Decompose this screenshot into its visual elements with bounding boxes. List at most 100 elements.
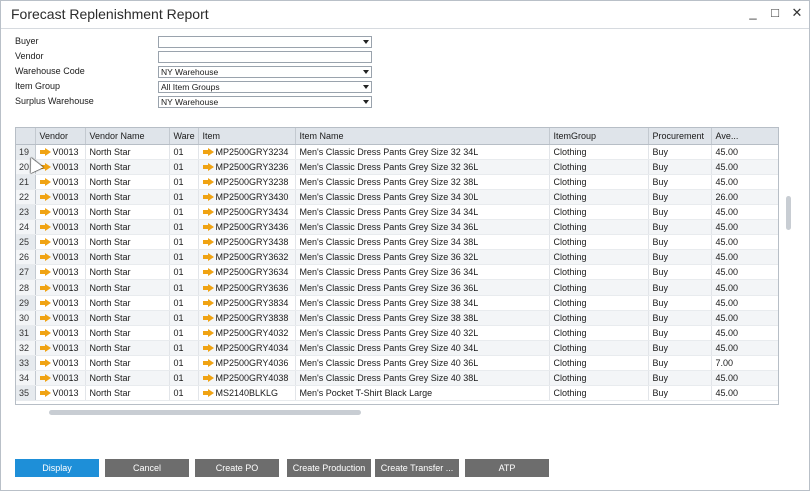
link-arrow-icon[interactable] (202, 192, 214, 201)
item-cell[interactable]: MS2140BLKLG (198, 385, 296, 402)
table-cell[interactable]: 45.00 (711, 325, 778, 341)
vendor-cell[interactable]: V0013 (35, 204, 86, 221)
table-cell[interactable]: Buy (648, 144, 712, 160)
table-cell[interactable]: 01 (169, 325, 199, 341)
table-cell[interactable]: 45.00 (711, 370, 778, 387)
vendor-cell[interactable]: V0013 (35, 189, 86, 205)
table-row[interactable]: 32 V0013 North Star 01 MP2500GRY4034 Men's Cl… (16, 340, 778, 357)
table-cell[interactable]: Clothing (549, 174, 649, 190)
link-arrow-icon[interactable] (202, 238, 214, 247)
table-cell[interactable]: 01 (169, 385, 199, 402)
item-cell[interactable]: MP2500GRY3234 (198, 144, 296, 160)
filter-dropdown[interactable] (158, 36, 372, 48)
link-arrow-icon[interactable] (202, 389, 214, 398)
table-cell[interactable]: 01 (169, 189, 199, 205)
link-arrow-icon[interactable] (39, 283, 51, 292)
table-cell[interactable]: Men's Pocket T-Shirt Black Large (295, 385, 550, 402)
table-cell[interactable]: Men's Classic Dress Pants Grey Size 32 3… (295, 144, 550, 160)
column-header[interactable]: ItemGroup (549, 128, 649, 145)
vendor-cell[interactable]: V0013 (35, 249, 86, 266)
table-cell[interactable]: 45.00 (711, 295, 778, 311)
table-cell[interactable]: Men's Classic Dress Pants Grey Size 32 3… (295, 174, 550, 190)
table-cell[interactable]: North Star (85, 385, 170, 402)
table-cell[interactable]: 45.00 (711, 279, 778, 296)
vendor-cell[interactable]: V0013 (35, 310, 86, 326)
table-cell[interactable]: North Star (85, 204, 170, 221)
table-row[interactable]: 21 V0013 North Star 01 MP2500GRY3238 Men's Cl… (16, 174, 778, 190)
table-cell[interactable]: Buy (648, 295, 712, 311)
table-cell[interactable]: North Star (85, 264, 170, 281)
table-cell[interactable]: Buy (648, 264, 712, 281)
link-arrow-icon[interactable] (39, 238, 51, 247)
column-header[interactable]: Vendor (35, 128, 86, 145)
link-arrow-icon[interactable] (202, 253, 214, 262)
vendor-cell[interactable]: V0013 (35, 340, 86, 357)
table-cell[interactable]: Clothing (549, 279, 649, 296)
table-cell[interactable]: 01 (169, 174, 199, 190)
table-cell[interactable]: Clothing (549, 295, 649, 311)
table-cell[interactable]: Clothing (549, 144, 649, 160)
table-cell[interactable]: Buy (648, 204, 712, 221)
table-cell[interactable]: Clothing (549, 234, 649, 251)
link-arrow-icon[interactable] (202, 343, 214, 352)
filter-dropdown[interactable]: All Item Groups (158, 81, 372, 93)
maximize-icon[interactable]: □ (769, 5, 781, 21)
link-arrow-icon[interactable] (39, 192, 51, 201)
link-arrow-icon[interactable] (39, 298, 51, 307)
link-arrow-icon[interactable] (39, 268, 51, 277)
table-cell[interactable]: Men's Classic Dress Pants Grey Size 36 3… (295, 279, 550, 296)
link-arrow-icon[interactable] (39, 223, 51, 232)
column-header[interactable]: Procurement (648, 128, 712, 145)
link-arrow-icon[interactable] (202, 298, 214, 307)
cancel-button[interactable]: Cancel (105, 459, 189, 477)
table-row[interactable]: 25 V0013 North Star 01 MP2500GRY3438 Men's Cl… (16, 234, 778, 251)
vendor-cell[interactable]: V0013 (35, 219, 86, 236)
table-cell[interactable]: North Star (85, 340, 170, 357)
atp-button[interactable]: ATP (465, 459, 549, 477)
item-cell[interactable]: MP2500GRY4038 (198, 370, 296, 387)
vendor-cell[interactable]: V0013 (35, 279, 86, 296)
table-cell[interactable]: 01 (169, 355, 199, 372)
item-cell[interactable]: MP2500GRY3838 (198, 310, 296, 326)
table-cell[interactable]: 45.00 (711, 310, 778, 326)
table-cell[interactable]: North Star (85, 279, 170, 296)
column-header[interactable]: Ware (169, 128, 199, 145)
item-cell[interactable]: MP2500GRY3834 (198, 295, 296, 311)
table-cell[interactable]: Clothing (549, 340, 649, 357)
table-cell[interactable]: North Star (85, 174, 170, 190)
table-cell[interactable]: North Star (85, 219, 170, 236)
link-arrow-icon[interactable] (202, 162, 214, 171)
table-row[interactable]: 30 V0013 North Star 01 MP2500GRY3838 Men's Cl… (16, 310, 778, 326)
table-cell[interactable]: Buy (648, 370, 712, 387)
table-row[interactable]: 26 V0013 North Star 01 MP2500GRY3632 Men's Cl… (16, 249, 778, 266)
table-cell[interactable]: 01 (169, 204, 199, 221)
link-arrow-icon[interactable] (202, 359, 214, 368)
table-cell[interactable]: 45.00 (711, 144, 778, 160)
link-arrow-icon[interactable] (39, 343, 51, 352)
table-cell[interactable]: Men's Classic Dress Pants Grey Size 32 3… (295, 159, 550, 175)
table-cell[interactable]: Clothing (549, 310, 649, 326)
vendor-cell[interactable]: V0013 (35, 264, 86, 281)
horizontal-scrollbar[interactable] (49, 410, 361, 415)
link-arrow-icon[interactable] (202, 283, 214, 292)
link-arrow-icon[interactable] (202, 177, 214, 186)
table-cell[interactable]: North Star (85, 144, 170, 160)
table-cell[interactable]: 45.00 (711, 249, 778, 266)
link-arrow-icon[interactable] (39, 359, 51, 368)
table-cell[interactable]: 45.00 (711, 159, 778, 175)
table-cell[interactable]: Men's Classic Dress Pants Grey Size 34 3… (295, 234, 550, 251)
table-cell[interactable]: Buy (648, 385, 712, 402)
table-cell[interactable]: 45.00 (711, 340, 778, 357)
table-cell[interactable]: Buy (648, 355, 712, 372)
vendor-cell[interactable]: V0013 (35, 355, 86, 372)
table-cell[interactable]: 45.00 (711, 385, 778, 402)
table-cell[interactable]: 01 (169, 279, 199, 296)
vendor-cell[interactable]: V0013 (35, 325, 86, 341)
table-cell[interactable]: 01 (169, 264, 199, 281)
table-cell[interactable]: Buy (648, 310, 712, 326)
table-cell[interactable]: Men's Classic Dress Pants Grey Size 40 3… (295, 340, 550, 357)
table-cell[interactable]: Clothing (549, 189, 649, 205)
table-cell[interactable]: Buy (648, 325, 712, 341)
table-cell[interactable]: Men's Classic Dress Pants Grey Size 36 3… (295, 249, 550, 266)
table-cell[interactable]: 01 (169, 249, 199, 266)
